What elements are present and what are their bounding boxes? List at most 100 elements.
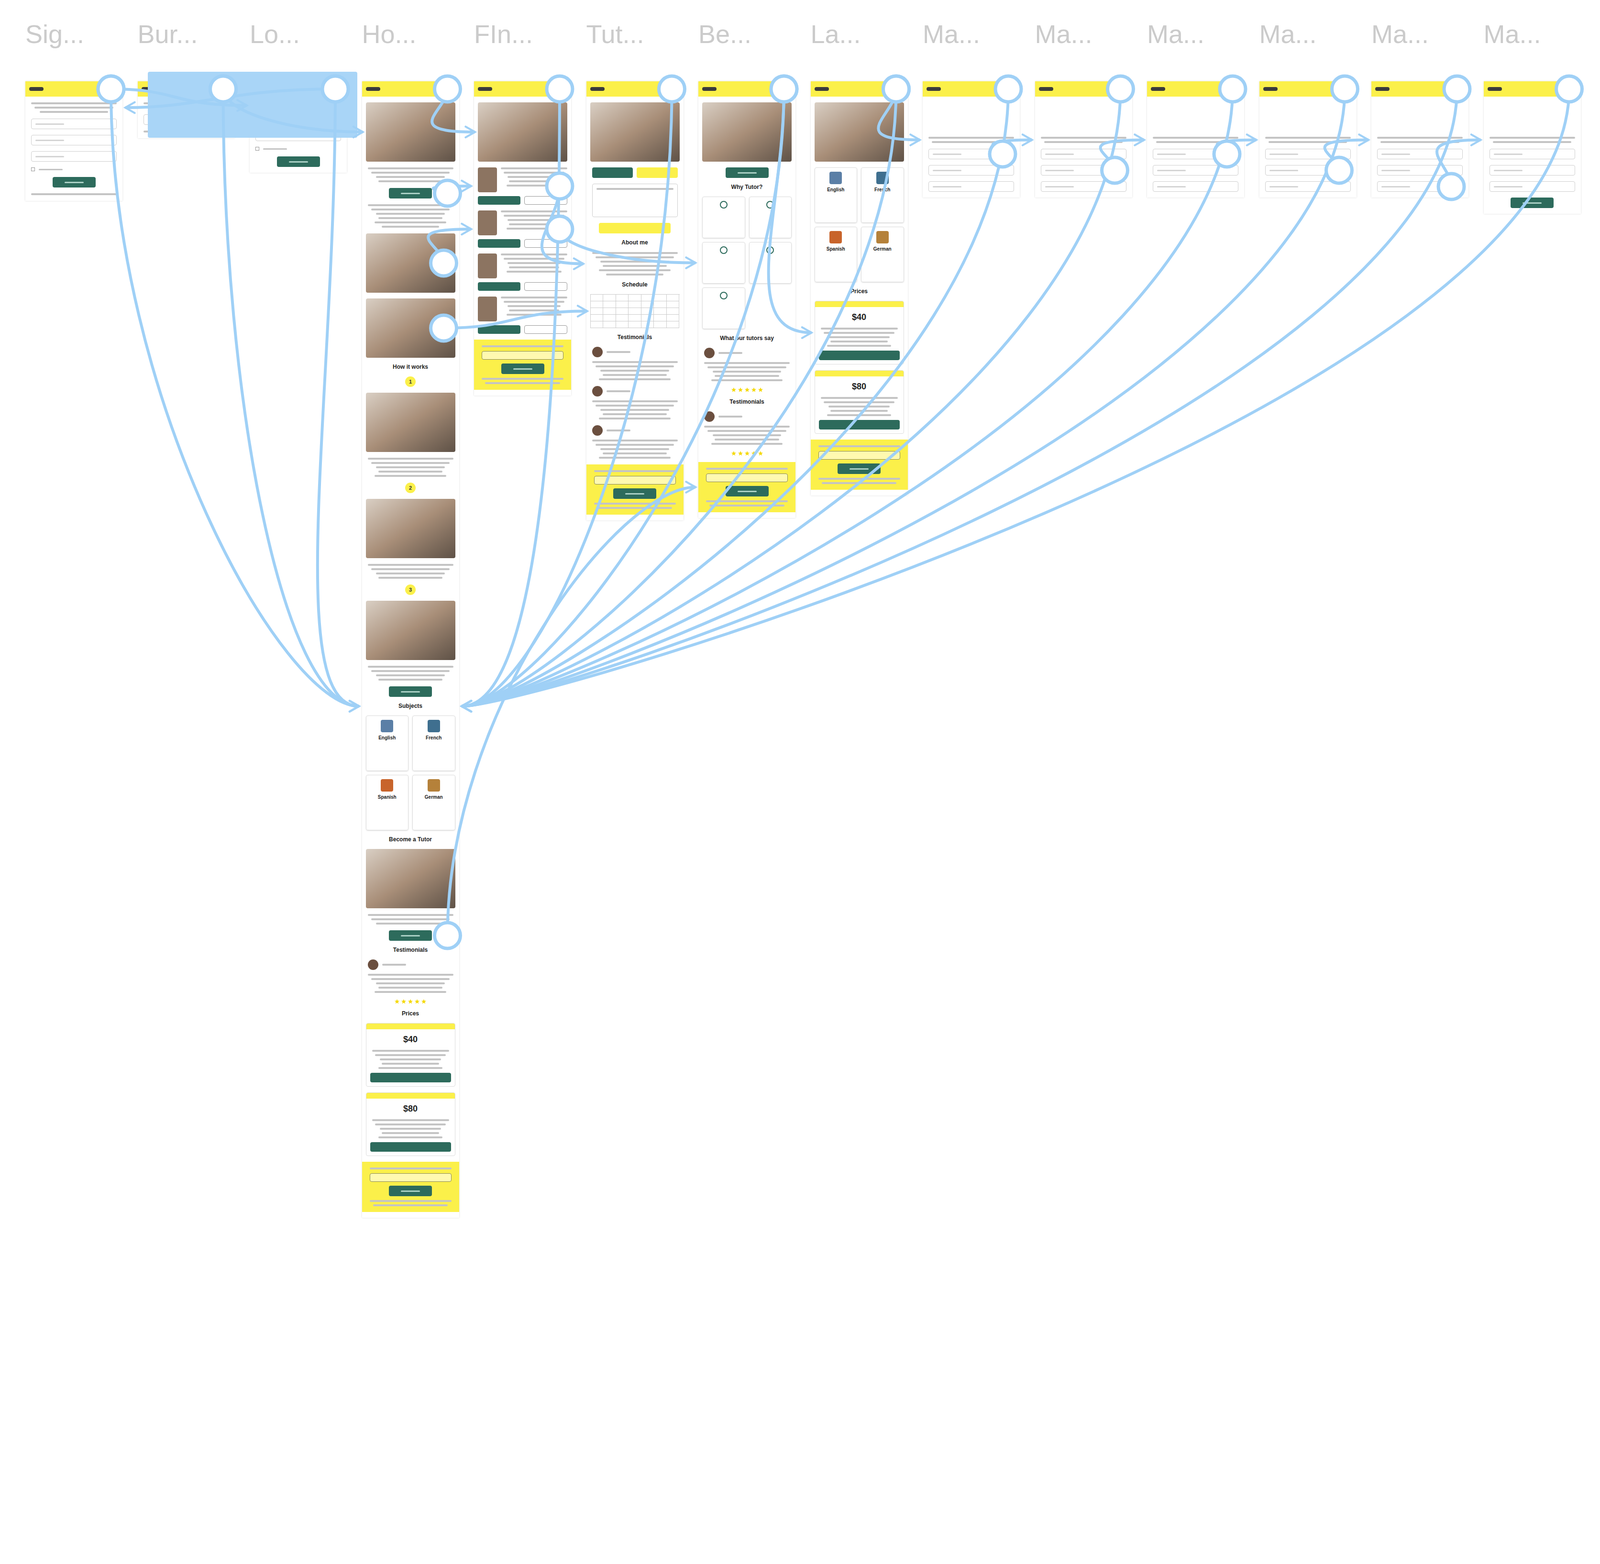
connection-handle-icon[interactable] <box>430 315 457 342</box>
input-field[interactable] <box>1152 165 1239 176</box>
email-field[interactable] <box>706 473 788 483</box>
button[interactable] <box>524 282 568 291</box>
input-field[interactable] <box>928 165 1015 176</box>
connection[interactable] <box>989 140 1033 168</box>
calendar-cell[interactable] <box>616 301 629 309</box>
connection-handle-icon[interactable] <box>434 76 461 102</box>
frame-title[interactable]: Ma... <box>1483 21 1542 47</box>
input-field[interactable] <box>1489 148 1576 160</box>
connection-handle-icon[interactable] <box>546 173 573 199</box>
calendar-cell[interactable] <box>666 314 680 322</box>
button[interactable] <box>818 419 900 430</box>
button[interactable] <box>52 176 96 188</box>
calendar-cell[interactable] <box>590 294 604 302</box>
email-field[interactable] <box>481 351 564 360</box>
frame-title[interactable]: Sig... <box>25 21 85 47</box>
button[interactable] <box>592 167 634 178</box>
button[interactable] <box>388 686 432 697</box>
calendar-cell[interactable] <box>653 321 667 329</box>
connection[interactable] <box>1100 140 1145 184</box>
connection-handle-icon[interactable] <box>1107 76 1134 102</box>
button[interactable] <box>837 463 881 475</box>
connection-handle-icon[interactable] <box>1219 76 1246 102</box>
subject-card[interactable]: French <box>860 167 905 223</box>
email-field[interactable] <box>369 1173 452 1182</box>
frame-title[interactable]: La... <box>810 21 861 47</box>
connection-handle-icon[interactable] <box>1332 76 1358 102</box>
calendar-cell[interactable] <box>666 308 680 315</box>
connection-handle-icon[interactable] <box>883 76 910 102</box>
connection[interactable] <box>433 180 472 207</box>
frame[interactable] <box>1259 81 1357 198</box>
email-field[interactable] <box>594 475 676 485</box>
frame-title[interactable]: FIn... <box>474 21 533 47</box>
calendar-cell[interactable] <box>616 321 629 329</box>
input-field[interactable] <box>1489 165 1576 176</box>
connection[interactable] <box>462 76 798 707</box>
connection[interactable] <box>462 76 1583 707</box>
calendar-cell[interactable] <box>666 301 680 309</box>
connection-handle-icon[interactable] <box>989 141 1016 167</box>
connection[interactable] <box>210 76 364 133</box>
frame-title[interactable]: Ma... <box>922 21 981 47</box>
button[interactable] <box>818 350 900 361</box>
frame-title[interactable]: Be... <box>698 21 752 47</box>
frame-title[interactable]: Ma... <box>1371 21 1429 47</box>
calendar-cell[interactable] <box>653 314 667 322</box>
button[interactable] <box>598 222 671 234</box>
input-field[interactable] <box>1040 181 1127 192</box>
button[interactable] <box>477 239 521 248</box>
connection[interactable] <box>462 76 1022 707</box>
connection[interactable] <box>1324 140 1369 184</box>
button[interactable] <box>477 282 521 291</box>
subject-card[interactable]: English <box>365 715 409 772</box>
connection-handle-icon[interactable] <box>546 76 573 102</box>
connection[interactable] <box>546 216 696 264</box>
input-field[interactable] <box>31 134 117 146</box>
frame-title[interactable]: Tut... <box>586 21 645 47</box>
frame[interactable] <box>25 81 123 201</box>
frame[interactable] <box>1147 81 1245 198</box>
calendar-cell[interactable] <box>590 314 604 322</box>
calendar-cell[interactable] <box>616 314 629 322</box>
frame[interactable] <box>1371 81 1469 198</box>
frame-title[interactable]: Lo... <box>249 21 300 47</box>
connection-handle-icon[interactable] <box>1102 157 1128 184</box>
connection[interactable] <box>462 76 1471 707</box>
connection-handle-icon[interactable] <box>995 76 1022 102</box>
calendar-cell[interactable] <box>641 301 655 309</box>
frame-title[interactable]: Bur... <box>137 21 199 47</box>
input-field[interactable] <box>1265 165 1351 176</box>
message-box[interactable] <box>592 183 678 218</box>
input-field[interactable] <box>31 118 117 130</box>
button[interactable] <box>370 1142 452 1152</box>
button[interactable] <box>524 325 568 334</box>
calendar-cell[interactable] <box>653 301 667 309</box>
button[interactable] <box>477 325 521 334</box>
connection[interactable] <box>98 76 360 707</box>
button[interactable] <box>388 930 432 941</box>
input-field[interactable] <box>31 151 117 162</box>
button[interactable] <box>524 239 568 248</box>
calendar-cell[interactable] <box>616 294 629 302</box>
calendar-cell[interactable] <box>590 301 604 309</box>
subject-card[interactable]: German <box>412 774 456 831</box>
frame[interactable]: About meScheduleTestimonials <box>586 81 684 521</box>
connection-handle-icon[interactable] <box>434 180 461 207</box>
input-field[interactable] <box>1377 165 1463 176</box>
button[interactable] <box>388 187 432 199</box>
button[interactable] <box>524 196 568 205</box>
input-field[interactable] <box>1040 148 1127 160</box>
input-field[interactable] <box>1265 181 1351 192</box>
connection-handle-icon[interactable] <box>430 250 457 276</box>
input-field[interactable] <box>928 148 1015 160</box>
connection-handle-icon[interactable] <box>1556 76 1583 102</box>
email-field[interactable] <box>818 451 901 460</box>
connection[interactable] <box>428 229 472 276</box>
calendar-cell[interactable] <box>641 321 655 329</box>
frame[interactable]: Why Tutor?What our tutors sayTestimonial… <box>698 81 796 519</box>
calendar-cell[interactable] <box>628 294 642 302</box>
tutor-row[interactable] <box>474 296 572 334</box>
button[interactable] <box>636 167 678 178</box>
button[interactable] <box>725 485 769 497</box>
